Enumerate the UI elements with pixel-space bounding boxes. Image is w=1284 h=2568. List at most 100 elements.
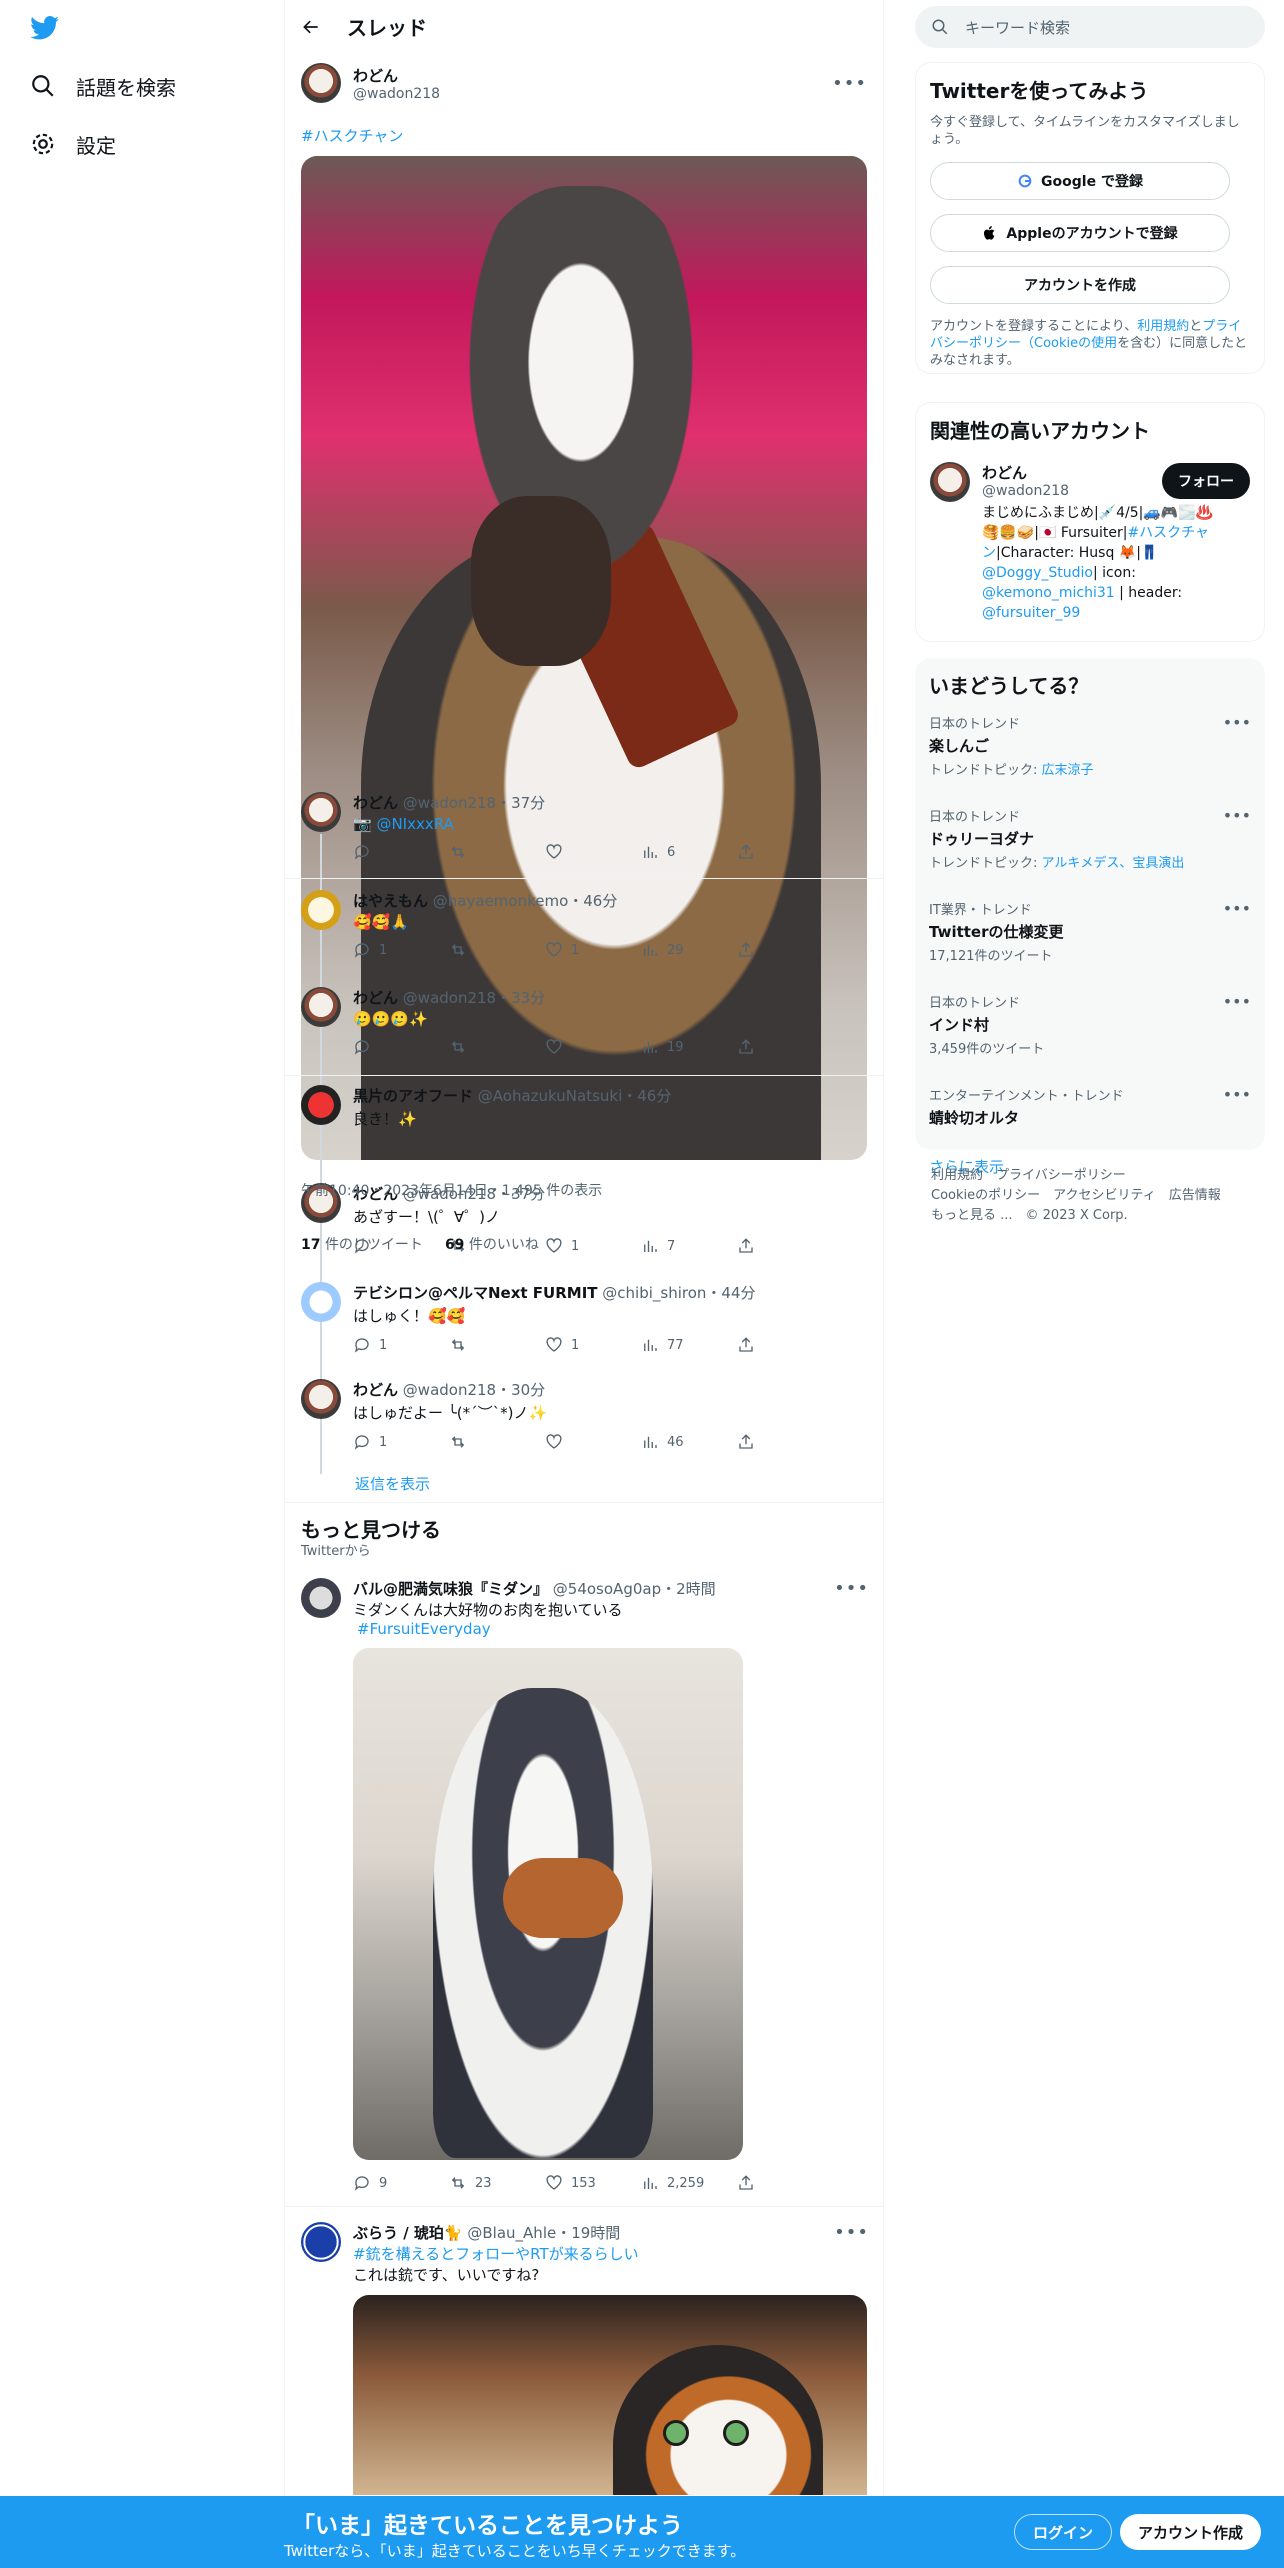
views-button[interactable]: 46 (641, 1433, 737, 1451)
retweet-button[interactable] (449, 1336, 545, 1354)
views-button[interactable]: 2,259 (641, 2174, 737, 2192)
footer-line[interactable]: もっと見る ... © 2023 X Corp. (931, 1206, 1251, 1226)
avatar[interactable] (301, 2222, 341, 2262)
tweet-photo[interactable] (353, 1648, 743, 2160)
views-button[interactable]: 19 (641, 1038, 737, 1056)
more-options-icon[interactable]: ••• (834, 2222, 869, 2243)
back-arrow-icon[interactable] (301, 17, 321, 37)
like-button[interactable] (545, 1433, 641, 1451)
reply-tweet[interactable]: 黒片のアオフード @AohazukuNatsuki・46分 良き！✨ (301, 1085, 869, 1129)
retweet-button[interactable]: 23 (449, 2174, 545, 2192)
avatar[interactable] (301, 1578, 341, 1618)
main-tweet-author[interactable]: わどん @wadon218 ••• (301, 63, 867, 103)
login-button[interactable]: ログイン (1014, 2514, 1113, 2550)
avatar[interactable] (301, 1282, 341, 1322)
author-name[interactable]: わどん (353, 65, 820, 86)
like-button[interactable]: 153 (545, 2174, 641, 2192)
footer-line[interactable]: Cookieのポリシー アクセシビリティ 広告情報 (931, 1186, 1251, 1206)
views-button[interactable]: 6 (641, 843, 737, 861)
share-button[interactable] (737, 1336, 833, 1354)
bio-mention-link[interactable]: @Doggy_Studio (982, 565, 1093, 581)
trend-item[interactable]: 日本のトレンド ドゥリーヨダナ トレンドトピック: アルキメデス、宝具演出 ••… (929, 806, 1251, 871)
more-options-icon[interactable]: ••• (1223, 992, 1251, 1011)
nav-settings[interactable]: 設定 (30, 124, 116, 164)
retweet-button[interactable] (449, 843, 545, 861)
reply-button[interactable]: 1 (353, 1433, 449, 1451)
avatar[interactable] (301, 1085, 341, 1125)
reply-author-name[interactable]: わどん (353, 989, 398, 1007)
search-box[interactable]: キーワード検索 (915, 6, 1265, 48)
share-button[interactable] (737, 1038, 833, 1056)
reply-tweet[interactable]: わどん @wadon218・33分 🥲🥲🥲✨ 19 (301, 987, 869, 1056)
share-button[interactable] (737, 2174, 833, 2192)
discover-author-name[interactable]: ぶらう / 琥珀🐈 (353, 2224, 463, 2242)
show-replies-link[interactable]: 返信を表示 (355, 1473, 430, 1494)
views-button[interactable]: 77 (641, 1336, 737, 1354)
trend-item[interactable]: エンターテインメント・トレンド 蜻蛉切オルタ ••• (929, 1085, 1251, 1128)
share-button[interactable] (737, 843, 833, 861)
reply-button[interactable] (353, 1038, 449, 1056)
views-button[interactable]: 7 (641, 1237, 737, 1255)
like-stat[interactable]: 69 件のいいね (445, 1234, 539, 1254)
avatar[interactable] (301, 890, 341, 930)
twitter-bird-icon[interactable] (30, 16, 60, 40)
tweet-photo[interactable] (353, 2295, 867, 2495)
reply-tweet[interactable]: わどん @wadon218・30分 はしゅだよー ╰(*´︶`*)ノ✨ 1 46 (301, 1379, 869, 1451)
reply-author-name[interactable]: テビシロン@ペルマNext FURMIT (353, 1284, 598, 1302)
hashtag-link[interactable]: #ハスクチャン (301, 125, 867, 146)
avatar[interactable] (301, 987, 341, 1027)
reply-button[interactable] (353, 843, 449, 861)
hashtag-link[interactable]: #FursuitEveryday (357, 1620, 869, 1638)
retweet-button[interactable] (449, 1433, 545, 1451)
related-name[interactable]: わどん (982, 462, 1069, 483)
trend-item[interactable]: 日本のトレンド インド村 3,459件のツイート ••• (929, 992, 1251, 1057)
follow-button[interactable]: フォロー (1162, 462, 1250, 499)
more-options-icon[interactable]: ••• (1223, 1085, 1251, 1104)
like-button[interactable]: 1 (545, 1336, 641, 1354)
more-options-icon[interactable]: ••• (1223, 806, 1251, 825)
reply-button[interactable]: 1 (353, 941, 449, 959)
retweet-button[interactable] (449, 941, 545, 959)
signup-button[interactable]: アカウント作成 (1120, 2514, 1262, 2550)
reply-author-name[interactable]: わどん (353, 794, 398, 812)
avatar[interactable] (930, 462, 970, 502)
retweet-stat[interactable]: 17 件のリツイート (301, 1234, 423, 1254)
reply-author-name[interactable]: 黒片のアオフード (353, 1087, 473, 1105)
reply-author-name[interactable]: わどん (353, 1381, 398, 1399)
bio-mention-link[interactable]: @kemono_michi31 (982, 585, 1115, 601)
bio-mention-link[interactable]: @fursuiter_99 (982, 605, 1080, 621)
footer-line[interactable]: 利用規約 プライバシーポリシー (931, 1166, 1251, 1186)
like-button[interactable] (545, 843, 641, 861)
related-account[interactable]: わどん @wadon218 フォロー まじめにふまじめ|💉4/5|🚙🎮🌫️♨️ … (930, 462, 1250, 623)
share-button[interactable] (737, 941, 833, 959)
nav-explore[interactable]: 話題を検索 (30, 66, 176, 106)
discover-tweet[interactable]: ぶらう / 琥珀🐈 @Blau_Ahle・19時間 ••• #銃を構えるとフォロ… (301, 2222, 869, 2495)
trend-item[interactable]: 日本のトレンド 楽しんご トレンドトピック: 広末涼子 ••• (929, 713, 1251, 778)
google-signup-button[interactable]: Google で登録 (930, 162, 1230, 200)
reply-button[interactable]: 1 (353, 1336, 449, 1354)
more-options-icon[interactable]: ••• (1223, 899, 1251, 918)
more-options-icon[interactable]: ••• (834, 1578, 869, 1599)
discover-tweet[interactable]: バル@肥満気味狼『ミダン』 @54osoAg0ap・2時間 ••• ミダンくんは… (301, 1578, 869, 2192)
reply-author-name[interactable]: はやえもん (353, 892, 428, 910)
hashtag-link[interactable]: #銃を構えるとフォローやRTが来るらしい (353, 2243, 869, 2264)
terms-link[interactable]: 利用規約 (1137, 319, 1189, 334)
views-button[interactable]: 29 (641, 941, 737, 959)
more-options-icon[interactable]: ••• (832, 73, 867, 94)
reply-tweet[interactable]: テビシロン@ペルマNext FURMIT @chibi_shiron・44分 は… (301, 1282, 869, 1354)
discover-author-name[interactable]: バル@肥満気味狼『ミダン』 (353, 1580, 548, 1598)
avatar[interactable] (301, 63, 341, 103)
trend-item[interactable]: IT業界・トレンド Twitterの仕様変更 17,121件のツイート ••• (929, 899, 1251, 964)
reply-tweet[interactable]: はやえもん @hayaemonkemo・46分 🥰🥰🙏 1 1 29 (301, 890, 869, 959)
reply-button[interactable]: 9 (353, 2174, 449, 2192)
share-button[interactable] (737, 1237, 833, 1255)
share-button[interactable] (737, 1433, 833, 1451)
create-account-button[interactable]: アカウントを作成 (930, 266, 1230, 304)
avatar[interactable] (301, 792, 341, 832)
like-button[interactable]: 1 (545, 941, 641, 959)
like-button[interactable]: 1 (545, 1237, 641, 1255)
avatar[interactable] (301, 1379, 341, 1419)
retweet-button[interactable] (449, 1038, 545, 1056)
author-handle[interactable]: @wadon218 (353, 86, 820, 102)
related-handle[interactable]: @wadon218 (982, 483, 1069, 499)
